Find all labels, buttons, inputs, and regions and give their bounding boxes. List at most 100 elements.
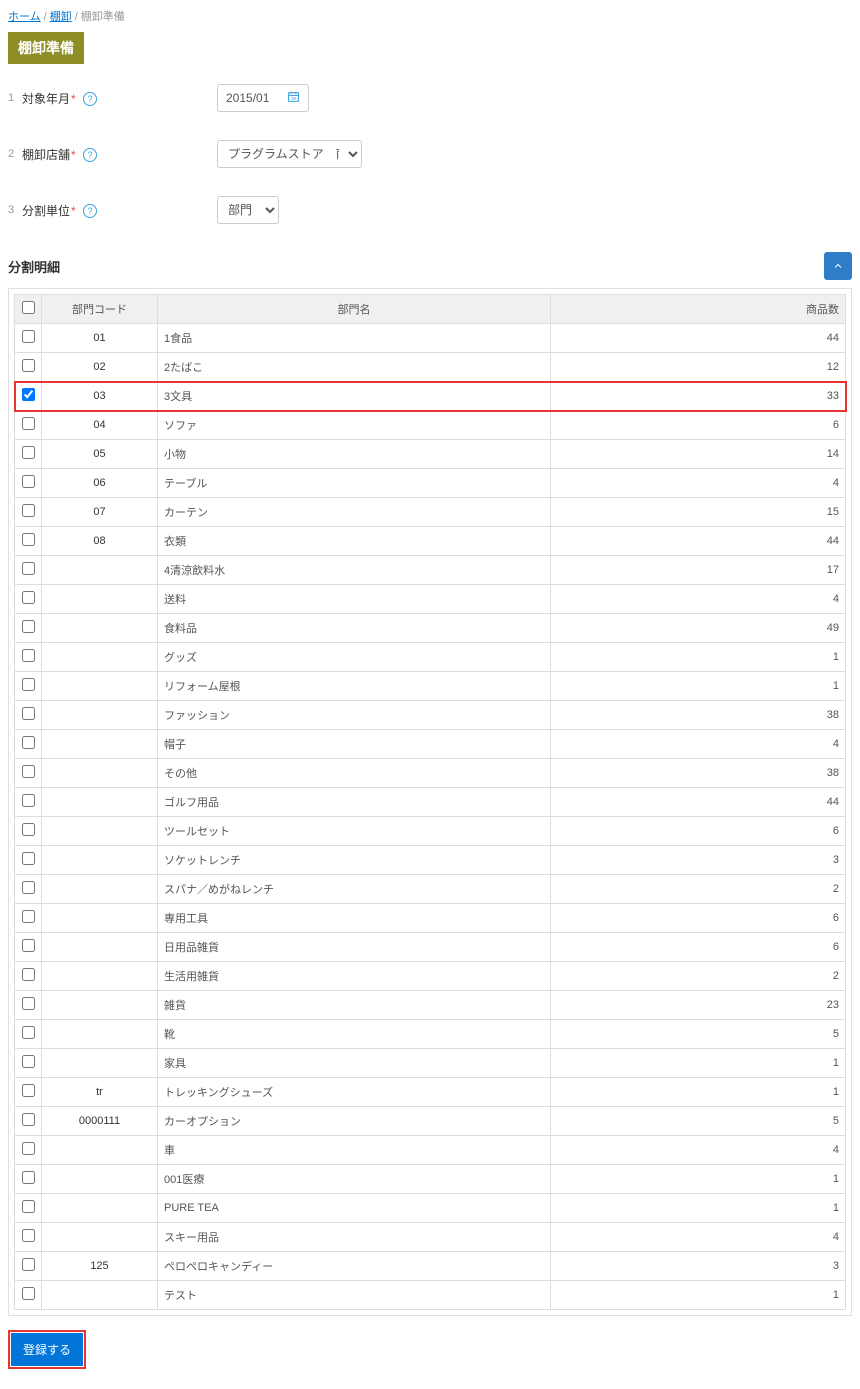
cell-name: 小物 [158,440,551,469]
cell-count: 5 [551,1020,846,1049]
cell-name: テスト [158,1281,551,1310]
section-title: 分割明細 [8,257,60,276]
cell-count: 44 [551,788,846,817]
row-checkbox[interactable] [22,968,35,981]
row-checkbox[interactable] [22,707,35,720]
unit-select[interactable]: 部門 [217,196,279,224]
row-checkbox[interactable] [22,852,35,865]
row-checkbox[interactable] [22,330,35,343]
cell-name: カーオプション [158,1107,551,1136]
cell-count: 44 [551,527,846,556]
help-icon[interactable]: ? [83,148,97,162]
row-checkbox[interactable] [22,1229,35,1242]
help-icon[interactable]: ? [83,204,97,218]
row-checkbox[interactable] [22,359,35,372]
row-checkbox[interactable] [22,997,35,1010]
select-all-checkbox[interactable] [22,301,35,314]
submit-button[interactable]: 登録する [11,1333,83,1366]
breadcrumb-home[interactable]: ホーム [8,11,41,23]
row-checkbox[interactable] [22,736,35,749]
cell-count: 1 [551,1078,846,1107]
cell-code [42,933,158,962]
cell-code [42,991,158,1020]
collapse-button[interactable] [824,252,852,280]
table-row: 生活用雑貨2 [15,962,846,991]
cell-code [42,1136,158,1165]
row-checkbox[interactable] [22,620,35,633]
row-checkbox[interactable] [22,794,35,807]
breadcrumb-current: 棚卸準備 [81,11,125,23]
cell-code [42,672,158,701]
table-row: ファッション38 [15,701,846,730]
cell-count: 3 [551,846,846,875]
row-checkbox[interactable] [22,1258,35,1271]
row-checkbox[interactable] [22,504,35,517]
row-checkbox[interactable] [22,910,35,923]
breadcrumb-stock[interactable]: 棚卸 [50,11,72,23]
cell-name: 靴 [158,1020,551,1049]
cell-code: 01 [42,324,158,353]
cell-name: 生活用雑貨 [158,962,551,991]
cell-name: 4清涼飲料水 [158,556,551,585]
row-checkbox[interactable] [22,823,35,836]
row-checkbox[interactable] [22,1055,35,1068]
row-checkbox[interactable] [22,562,35,575]
table-row: その他38 [15,759,846,788]
row-checkbox[interactable] [22,678,35,691]
cell-code: 03 [42,382,158,411]
row-checkbox[interactable] [22,417,35,430]
cell-count: 4 [551,585,846,614]
row-checkbox[interactable] [22,881,35,894]
table-row: リフォーム屋根1 [15,672,846,701]
target-month-input[interactable]: 2015/01 18 [217,84,309,112]
calendar-icon[interactable]: 18 [287,90,300,106]
row-checkbox[interactable] [22,475,35,488]
row-checkbox[interactable] [22,1142,35,1155]
cell-code [42,1223,158,1252]
header-count: 商品数 [551,295,846,324]
store-select[interactable]: プラグラムストア 南堀江店 [217,140,362,168]
form-label-unit: 分割単位* ? [22,202,217,219]
row-checkbox[interactable] [22,939,35,952]
cell-count: 1 [551,672,846,701]
cell-name: スキー用品 [158,1223,551,1252]
row-checkbox[interactable] [22,649,35,662]
row-checkbox[interactable] [22,1026,35,1039]
row-checkbox[interactable] [22,1084,35,1097]
form-number: 3 [8,204,22,216]
help-icon[interactable]: ? [83,92,97,106]
cell-code: tr [42,1078,158,1107]
row-checkbox[interactable] [22,446,35,459]
cell-count: 1 [551,1281,846,1310]
cell-code: 06 [42,469,158,498]
row-checkbox[interactable] [22,591,35,604]
cell-count: 38 [551,759,846,788]
row-checkbox[interactable] [22,1287,35,1300]
cell-code [42,1165,158,1194]
cell-name: PURE TEA [158,1194,551,1223]
detail-table: 部門コード 部門名 商品数 011食品44022たばこ12033文具3304ソフ… [14,294,846,1310]
row-checkbox[interactable] [22,765,35,778]
row-checkbox[interactable] [22,388,35,401]
cell-name: 日用品雑貨 [158,933,551,962]
table-row: テスト1 [15,1281,846,1310]
cell-name: カーテン [158,498,551,527]
table-row: スキー用品4 [15,1223,846,1252]
table-row: trトレッキングシューズ1 [15,1078,846,1107]
table-row: 07カーテン15 [15,498,846,527]
row-checkbox[interactable] [22,1200,35,1213]
form-row-unit: 3 分割単位* ? 部門 [8,196,852,224]
cell-name: 衣類 [158,527,551,556]
cell-code [42,1020,158,1049]
cell-name: 送料 [158,585,551,614]
cell-name: テーブル [158,469,551,498]
cell-code: 125 [42,1252,158,1281]
row-checkbox[interactable] [22,1171,35,1184]
cell-count: 14 [551,440,846,469]
form-label-store: 棚卸店舗* ? [22,146,217,163]
row-checkbox[interactable] [22,533,35,546]
table-row: 033文具33 [15,382,846,411]
row-checkbox[interactable] [22,1113,35,1126]
cell-name: ソファ [158,411,551,440]
table-row: 022たばこ12 [15,353,846,382]
